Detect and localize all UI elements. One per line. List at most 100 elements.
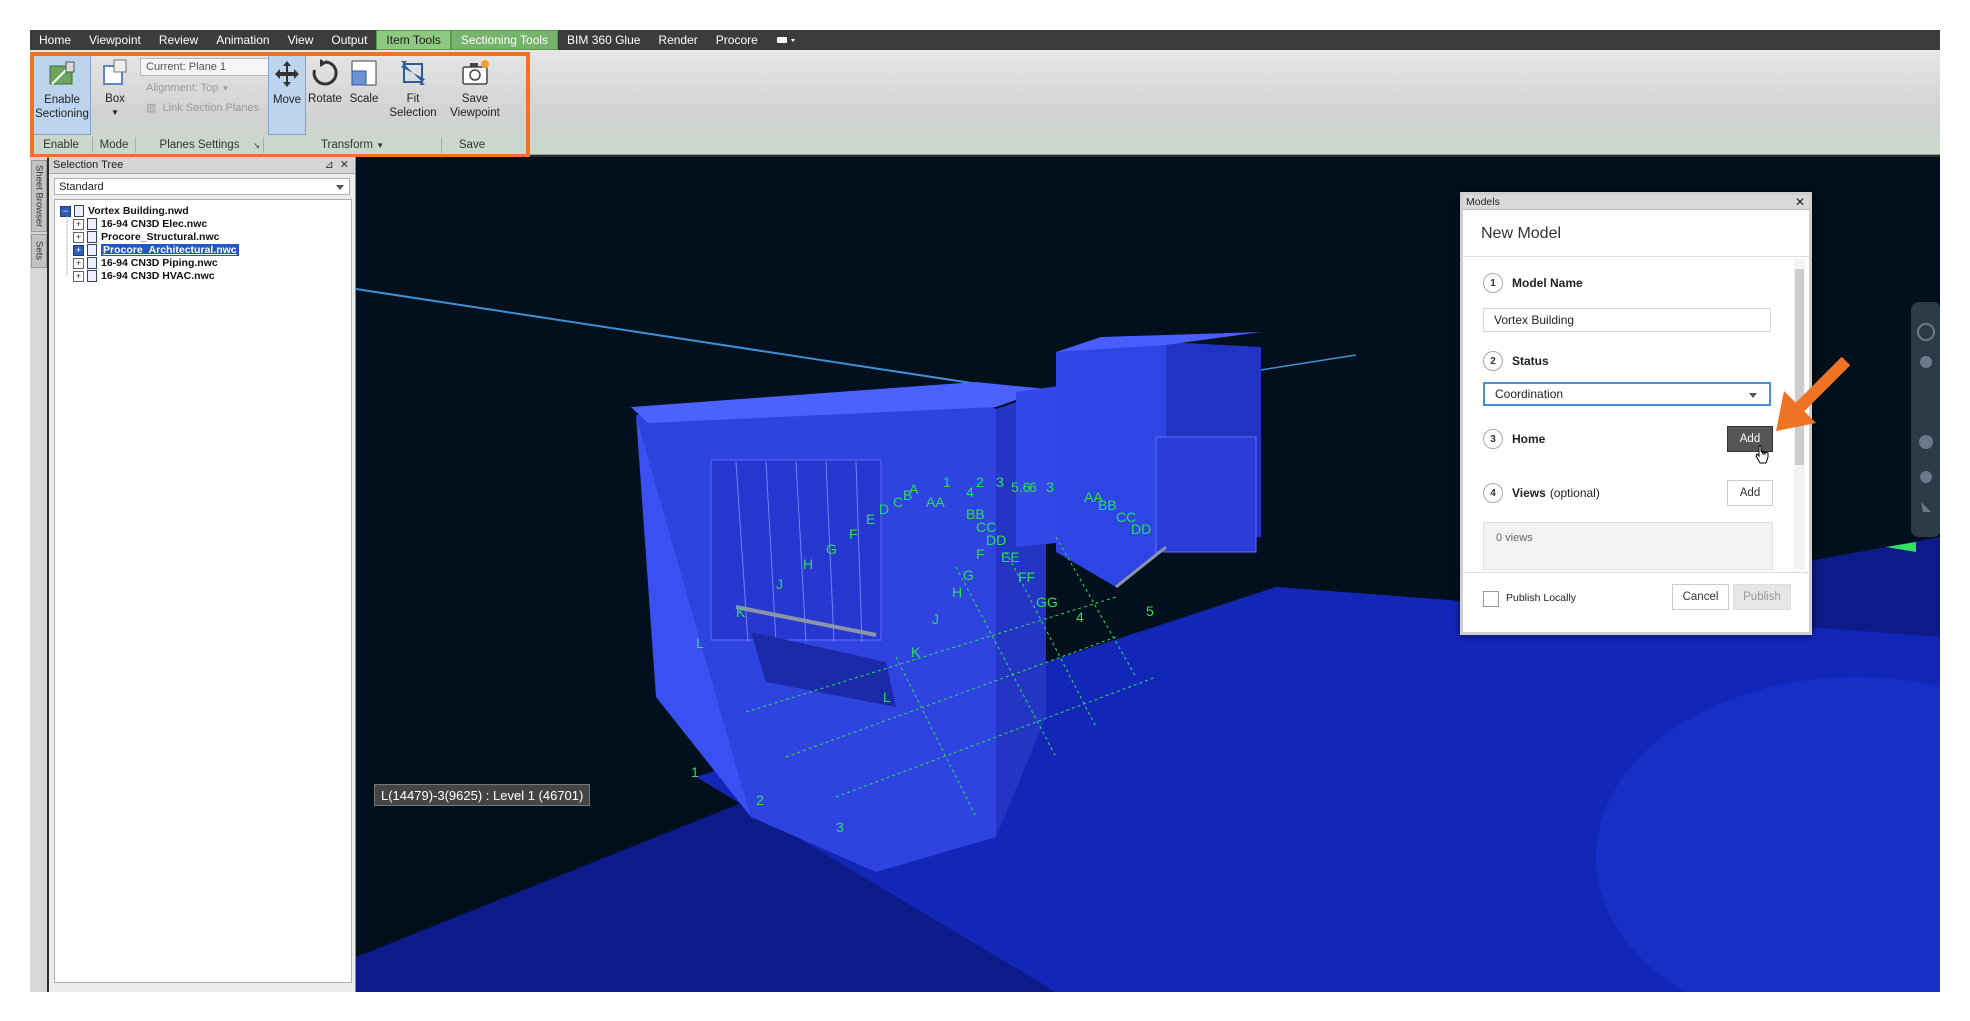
pin-icon[interactable]: ⊿	[324, 159, 333, 171]
step-number: 4	[1483, 483, 1503, 503]
tab-view[interactable]: View	[279, 30, 323, 50]
tree-item[interactable]: +16-94 CN3D Piping.nwc	[73, 256, 218, 270]
move-icon	[271, 58, 303, 90]
fit-selection-icon	[397, 57, 429, 89]
svg-text:DD: DD	[986, 532, 1006, 548]
tab-home[interactable]: Home	[30, 30, 80, 50]
svg-text:EE: EE	[1001, 549, 1020, 565]
side-tabs: Sheet Browser Sets	[30, 157, 47, 992]
fit-selection-button[interactable]: Fit Selection	[386, 53, 440, 133]
status-value: Coordination	[1495, 387, 1564, 401]
models-dialog: Models ✕ New Model 1 Model Name Vortex Bu…	[1460, 192, 1812, 635]
step-number: 1	[1483, 273, 1503, 293]
tab-viewpoint[interactable]: Viewpoint	[80, 30, 150, 50]
transform-label: Transform	[320, 139, 373, 151]
group-save: Save	[458, 139, 486, 151]
tab-review[interactable]: Review	[150, 30, 207, 50]
step-label: Model Name	[1512, 276, 1583, 290]
close-icon[interactable]: ✕	[1795, 195, 1805, 209]
svg-text:G: G	[963, 567, 974, 583]
publish-locally-checkbox[interactable]	[1483, 591, 1499, 607]
tree-item-label: 16-94 CN3D Elec.nwc	[101, 218, 208, 230]
scale-button[interactable]: Scale	[346, 53, 382, 133]
current-plane-value: Current: Plane 1	[146, 61, 227, 73]
tab-procore[interactable]: Procore	[707, 30, 767, 50]
file-icon	[87, 218, 97, 230]
tree-item-selected[interactable]: + Procore_Architectural.nwc	[73, 243, 239, 257]
move-button[interactable]: Move	[268, 53, 306, 135]
svg-text:J: J	[776, 576, 783, 592]
svg-text:E: E	[866, 511, 875, 527]
tree-item[interactable]: +16-94 CN3D Elec.nwc	[73, 217, 207, 231]
camera-menu-icon[interactable]	[767, 30, 805, 50]
alignment-dropdown[interactable]: Alignment: Top ▼	[146, 82, 230, 94]
close-icon[interactable]: ✕	[340, 159, 349, 171]
svg-text:F: F	[849, 526, 858, 542]
enable-sectioning-button[interactable]: Enable Sectioning	[33, 53, 91, 135]
status-select[interactable]: Coordination	[1483, 382, 1771, 406]
step-label: Status	[1512, 354, 1549, 368]
tab-render[interactable]: Render	[649, 30, 706, 50]
step-number: 2	[1483, 351, 1503, 371]
cancel-button[interactable]: Cancel	[1672, 584, 1729, 610]
step-label: Home	[1512, 432, 1546, 446]
svg-text:3: 3	[996, 474, 1004, 490]
publish-button[interactable]: Publish	[1733, 584, 1791, 610]
publish-locally-label: Publish Locally	[1506, 592, 1577, 604]
svg-text:K: K	[736, 604, 746, 620]
hand-cursor-icon	[1755, 445, 1769, 464]
link-section-planes-label: Link Section Planes	[162, 102, 260, 114]
save-viewpoint-button[interactable]: Save Viewpoint	[446, 53, 504, 133]
step-label: Views	[1512, 486, 1546, 500]
views-add-button[interactable]: Add	[1727, 480, 1773, 506]
orbit-icon[interactable]	[1919, 435, 1933, 449]
group-planes-settings[interactable]: Planes Settings ↘	[136, 137, 264, 153]
fit-selection-label: Fit Selection	[389, 93, 437, 119]
svg-text:4: 4	[966, 484, 974, 500]
tree-item[interactable]: +16-94 CN3D HVAC.nwc	[73, 269, 215, 283]
tab-sheet-browser[interactable]: Sheet Browser	[31, 160, 47, 232]
section-plane-line	[356, 288, 1077, 400]
tab-item-tools[interactable]: Item Tools	[376, 30, 451, 50]
optional-label: (optional)	[1549, 486, 1600, 500]
group-mode: Mode	[93, 137, 136, 153]
tree-item[interactable]: + Procore_Structural.nwc	[73, 230, 219, 244]
link-section-planes-button[interactable]: ▥ Link Section Planes	[146, 101, 259, 114]
box-label: Box	[105, 93, 125, 105]
rotate-button[interactable]: Rotate	[306, 53, 344, 133]
tree-item-label: 16-94 CN3D Piping.nwc	[101, 257, 218, 269]
tab-sets[interactable]: Sets	[31, 234, 47, 268]
ribbon-group-labels: Enable Mode Planes Settings ↘ Transform ▼…	[30, 137, 530, 153]
step-status: 2 Status	[1483, 351, 1549, 371]
selection-mode-value: Standard	[59, 180, 104, 193]
pan-icon[interactable]	[1920, 356, 1932, 368]
tab-output[interactable]: Output	[322, 30, 376, 50]
selection-tree: − Vortex Building.nwd +16-94 CN3D Elec.nw…	[54, 199, 352, 983]
alignment-label: Alignment: Top	[146, 82, 219, 94]
box-mode-button[interactable]: Box ▼	[96, 53, 134, 133]
walk-icon[interactable]	[1920, 471, 1932, 483]
svg-text:G: G	[826, 541, 837, 557]
planes-settings-label: Planes Settings	[159, 139, 240, 151]
views-count: 0 views	[1496, 532, 1533, 544]
svg-text:2: 2	[756, 792, 764, 808]
tab-sectioning-tools[interactable]: Sectioning Tools	[450, 30, 559, 50]
selection-tree-header: Selection Tree ⊿ ✕	[49, 157, 355, 174]
group-transform[interactable]: Transform ▼	[264, 137, 442, 153]
box-icon	[99, 57, 131, 89]
selection-tree-title: Selection Tree	[53, 159, 124, 171]
dialog-launcher-icon[interactable]: ↘	[253, 141, 260, 150]
enable-sectioning-icon	[46, 58, 78, 90]
selection-tree-mode-dropdown[interactable]: Standard	[54, 178, 350, 195]
file-icon	[87, 244, 97, 256]
navigation-bar	[1911, 302, 1940, 537]
tab-bim360-glue[interactable]: BIM 360 Glue	[558, 30, 649, 50]
svg-text:GG: GG	[1036, 594, 1058, 610]
tab-animation[interactable]: Animation	[207, 30, 278, 50]
svg-text:L: L	[696, 635, 704, 651]
model-name-input[interactable]: Vortex Building	[1483, 308, 1771, 332]
coordinate-readout: L(14479)-3(9625) : Level 1 (46701)	[374, 784, 591, 806]
3d-viewport[interactable]: 123 JKL HGF EDC B A AA 142 BB CC DD EE FF GG 4…	[356, 157, 1940, 992]
right-building-front	[1056, 342, 1166, 587]
step-model-name: 1 Model Name	[1483, 273, 1583, 293]
